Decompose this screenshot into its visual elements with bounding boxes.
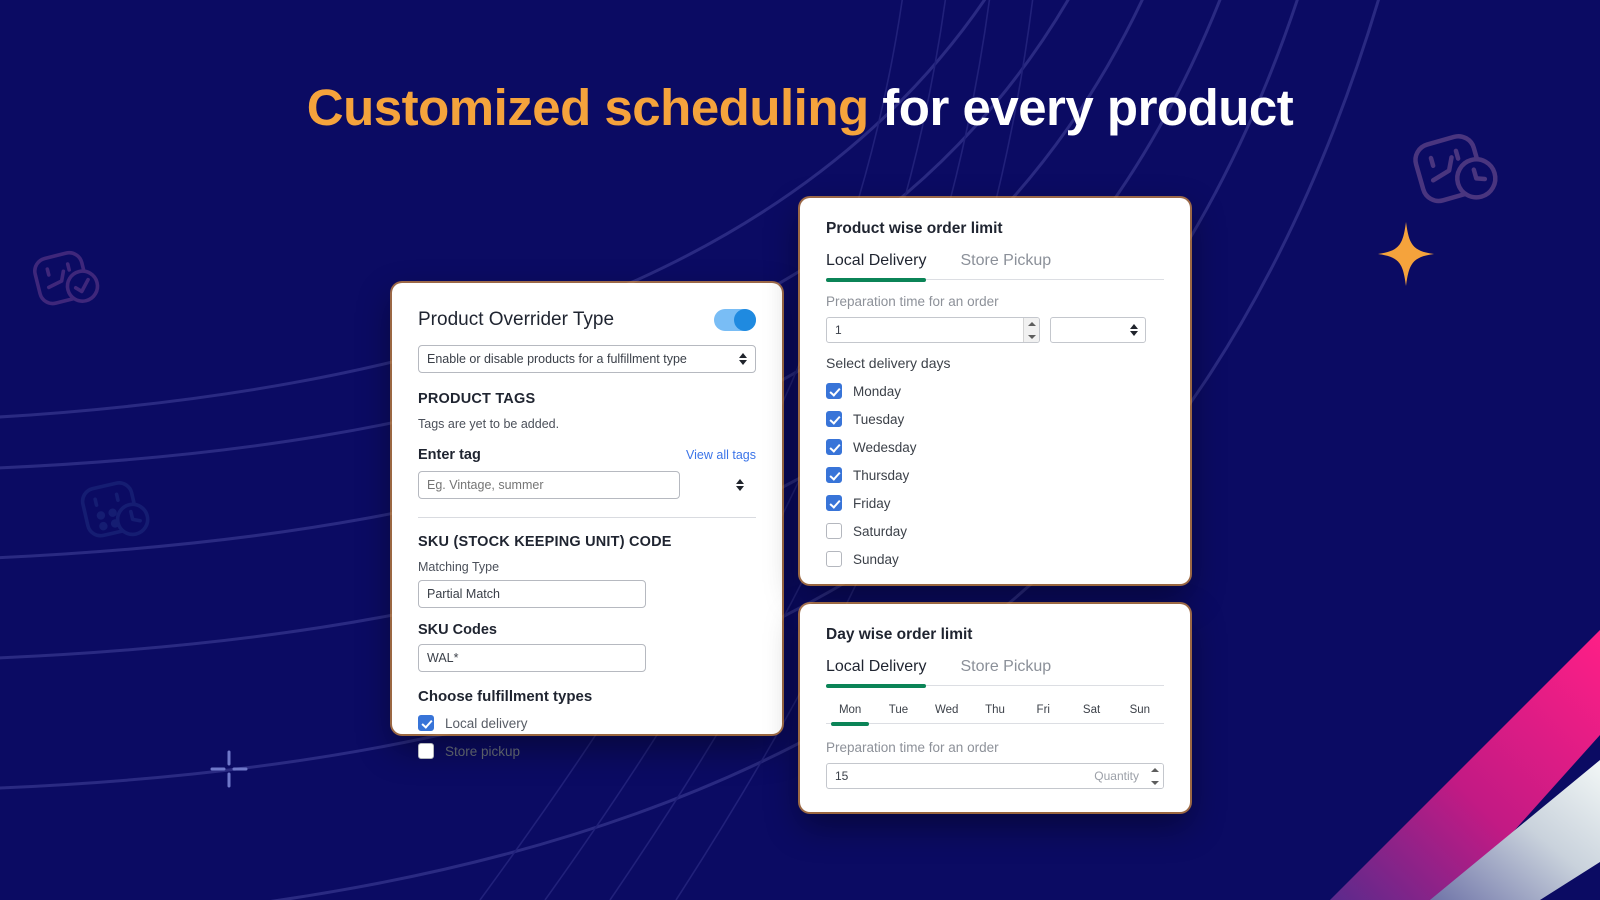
fulfillment-option-label: Local delivery (445, 715, 528, 731)
prep-time-unit-select[interactable] (1050, 317, 1146, 343)
fulfillment-option-store-pickup[interactable]: Store pickup (418, 743, 756, 759)
quantity-input[interactable]: 15 Quantity (826, 763, 1164, 789)
prep-time-stepper[interactable] (1023, 318, 1039, 342)
day-row-monday[interactable]: Monday (826, 383, 1164, 399)
page-title: Customized scheduling for every product (0, 78, 1600, 137)
checkbox-friday[interactable] (826, 495, 842, 511)
day-label: Wedesday (853, 439, 917, 455)
four-point-star (1378, 222, 1434, 286)
product-overrider-toggle[interactable] (714, 309, 756, 331)
daytab-mon[interactable]: Mon (826, 704, 874, 723)
prep-time-value: 1 (835, 323, 842, 337)
day-label: Monday (853, 383, 902, 399)
checkbox-local-delivery[interactable] (418, 715, 434, 731)
enter-tag-label: Enter tag (418, 447, 481, 463)
checkbox-sunday[interactable] (826, 551, 842, 567)
quantity-stepper[interactable] (1147, 764, 1163, 788)
tag-input-row (418, 471, 756, 499)
headline-accent: Customized scheduling (306, 79, 869, 136)
matching-type-value: Partial Match (427, 587, 500, 601)
day-row-friday[interactable]: Friday (826, 495, 1164, 511)
quantity-value: 15 (835, 769, 849, 783)
sku-codes-value: WAL* (427, 651, 459, 665)
promo-banner: Customized scheduling for every product … (0, 0, 1600, 900)
prep-time-label: Preparation time for an order (826, 740, 999, 755)
matching-type-label: Matching Type (418, 560, 500, 574)
chevron-updown-icon (1130, 324, 1138, 336)
day-row-thursday[interactable]: Thursday (826, 467, 1164, 483)
prep-time-label: Preparation time for an order (826, 294, 999, 309)
calendar-check-icon (33, 250, 100, 306)
fulfillment-tabs: Local Delivery Store Pickup (826, 252, 1164, 282)
prep-time-input[interactable]: 1 (826, 317, 1040, 343)
daytab-wed[interactable]: Wed (923, 704, 971, 723)
overrider-title-row: Product Overrider Type (418, 283, 756, 331)
matching-type-field[interactable]: Partial Match (418, 580, 646, 608)
product-wise-order-limit-card: Product wise order limit Local Delivery … (800, 198, 1190, 584)
daytab-sun[interactable]: Sun (1116, 704, 1164, 723)
card-title: Day wise order limit (826, 626, 973, 643)
card-title: Product Overrider Type (418, 309, 615, 330)
day-label: Sunday (853, 551, 899, 567)
headline-plain: for every product (868, 79, 1294, 136)
checkbox-saturday[interactable] (826, 523, 842, 539)
chevron-updown-icon (739, 353, 747, 365)
tags-empty-text: Tags are yet to be added. (418, 417, 560, 431)
tag-chevron-updown-icon[interactable] (736, 479, 744, 491)
calendar-grid-icon (80, 481, 150, 538)
checkbox-thursday[interactable] (826, 467, 842, 483)
checkbox-wednesday[interactable] (826, 439, 842, 455)
sku-codes-field[interactable]: WAL* (418, 644, 646, 672)
fulfillment-type-select[interactable]: Enable or disable products for a fulfill… (418, 345, 756, 373)
sku-codes-label: SKU Codes (418, 622, 497, 638)
tab-store-pickup[interactable]: Store Pickup (960, 658, 1051, 685)
tab-store-pickup[interactable]: Store Pickup (960, 252, 1051, 279)
daytab-tue[interactable]: Tue (874, 704, 922, 723)
tab-local-delivery[interactable]: Local Delivery (826, 252, 927, 282)
fulfillment-type-select-value: Enable or disable products for a fulfill… (427, 352, 687, 366)
section-divider (418, 517, 756, 518)
sku-heading: SKU (STOCK KEEPING UNIT) CODE (418, 534, 672, 550)
checkbox-tuesday[interactable] (826, 411, 842, 427)
fulfillment-option-label: Store pickup (445, 743, 521, 759)
daytab-sat[interactable]: Sat (1067, 704, 1115, 723)
crosshair-marker (210, 750, 248, 788)
tab-local-delivery[interactable]: Local Delivery (826, 658, 927, 688)
day-row-tuesday[interactable]: Tuesday (826, 411, 1164, 427)
day-label: Saturday (853, 523, 908, 539)
day-row-saturday[interactable]: Saturday (826, 523, 1164, 539)
fulfillment-tabs: Local Delivery Store Pickup (826, 658, 1164, 688)
day-label: Tuesday (853, 411, 905, 427)
checkbox-monday[interactable] (826, 383, 842, 399)
day-row-wednesday[interactable]: Wedesday (826, 439, 1164, 455)
daytab-fri[interactable]: Fri (1019, 704, 1067, 723)
prep-time-row: 1 (826, 317, 1164, 343)
day-wise-order-limit-card: Day wise order limit Local Delivery Stor… (800, 604, 1190, 812)
product-tags-heading: PRODUCT TAGS (418, 391, 536, 407)
product-overrider-card: Product Overrider Type Enable or disable… (392, 283, 782, 759)
quantity-unit-label: Quantity (1094, 769, 1139, 783)
enter-tag-row: Enter tag View all tags (418, 447, 756, 463)
tag-input[interactable] (418, 471, 680, 499)
fulfillment-option-local-delivery[interactable]: Local delivery (418, 715, 756, 731)
day-label: Friday (853, 495, 891, 511)
weekday-tabs: Mon Tue Wed Thu Fri Sat Sun (826, 704, 1164, 724)
toggle-knob (734, 309, 756, 331)
day-label: Thursday (853, 467, 910, 483)
view-all-tags-link[interactable]: View all tags (686, 448, 756, 462)
card-title: Product wise order limit (826, 220, 1003, 237)
fulfillment-types-label: Choose fulfillment types (418, 688, 593, 705)
select-delivery-days-label: Select delivery days (826, 355, 951, 371)
daytab-thu[interactable]: Thu (971, 704, 1019, 723)
checkbox-store-pickup[interactable] (418, 743, 434, 759)
day-row-sunday[interactable]: Sunday (826, 551, 1164, 567)
